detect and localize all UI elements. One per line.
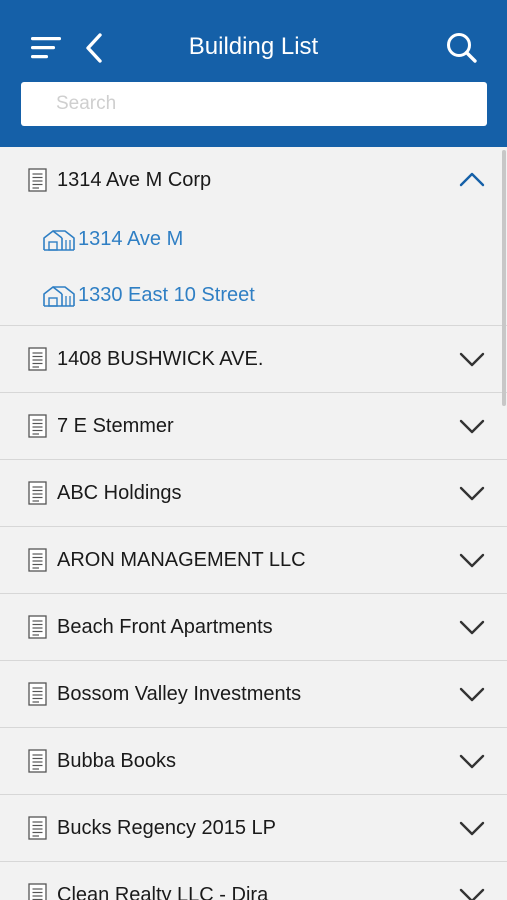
scrollbar[interactable] [502, 150, 506, 406]
list-item-label: ABC Holdings [57, 481, 182, 504]
chevron-down-icon[interactable] [458, 750, 486, 772]
list-item-row[interactable]: Bubba Books [0, 728, 507, 794]
list-item[interactable]: ARON MANAGEMENT LLC [0, 527, 507, 594]
chevron-down-icon[interactable] [458, 549, 486, 571]
document-icon [28, 816, 47, 840]
list-item-row[interactable]: 7 E Stemmer [0, 393, 507, 459]
building-item-label: 1314 Ave M [78, 228, 184, 250]
hamburger-icon[interactable] [31, 36, 63, 60]
chevron-up-icon[interactable] [458, 169, 486, 191]
list-item-row[interactable]: 1408 BUSHWICK AVE. [0, 326, 507, 392]
list-item-row[interactable]: Bossom Valley Investments [0, 661, 507, 727]
list-item[interactable]: ABC Holdings [0, 460, 507, 527]
chevron-down-icon[interactable] [458, 616, 486, 638]
chevron-down-icon[interactable] [458, 415, 486, 437]
list-item[interactable]: Bubba Books [0, 728, 507, 795]
list-item-row[interactable]: Beach Front Apartments [0, 594, 507, 660]
list-item-label: ARON MANAGEMENT LLC [57, 548, 306, 571]
document-icon [28, 682, 47, 706]
list-item[interactable]: Beach Front Apartments [0, 594, 507, 661]
building-icon [43, 286, 75, 307]
app-header: Building List [0, 0, 507, 147]
chevron-down-icon[interactable] [458, 817, 486, 839]
list-item-label: Bubba Books [57, 749, 176, 772]
list-item[interactable]: 1408 BUSHWICK AVE. [0, 326, 507, 393]
document-icon [28, 548, 47, 572]
list-item-label: 7 E Stemmer [57, 414, 174, 437]
list-item[interactable]: Bossom Valley Investments [0, 661, 507, 728]
chevron-down-icon[interactable] [458, 683, 486, 705]
search-icon[interactable] [446, 32, 478, 64]
expanded-group: 1314 Ave M Corp 1314 Ave M 1330 East 10 … [0, 147, 507, 326]
search-box [21, 82, 487, 126]
list-item-label: Bucks Regency 2015 LP [57, 816, 277, 839]
list-item[interactable]: Clean Realty LLC - Dira [0, 862, 507, 900]
building-icon [43, 230, 75, 251]
list-item-label: 1408 BUSHWICK AVE. [57, 347, 264, 370]
list-item-row[interactable]: Clean Realty LLC - Dira [0, 862, 507, 900]
back-chevron-icon[interactable] [84, 33, 104, 63]
document-icon [28, 481, 47, 505]
building-item[interactable]: 1330 East 10 Street [0, 269, 507, 325]
document-icon [28, 414, 47, 438]
search-input[interactable] [21, 82, 487, 126]
document-icon [28, 883, 47, 900]
list-item[interactable]: 7 E Stemmer [0, 393, 507, 460]
building-item[interactable]: 1314 Ave M [0, 213, 507, 269]
list-item-row[interactable]: ARON MANAGEMENT LLC [0, 527, 507, 593]
chevron-down-icon[interactable] [458, 884, 486, 900]
list-item-label: Beach Front Apartments [57, 615, 273, 638]
list-item-row[interactable]: ABC Holdings [0, 460, 507, 526]
list-item-label: Bossom Valley Investments [57, 682, 302, 705]
document-icon [28, 615, 47, 639]
document-icon [28, 347, 47, 371]
document-icon [28, 168, 47, 192]
list-item-expanded[interactable]: 1314 Ave M Corp [0, 147, 507, 213]
list-item-row[interactable]: Bucks Regency 2015 LP [0, 795, 507, 861]
list-item[interactable]: Bucks Regency 2015 LP [0, 795, 507, 862]
building-item-label: 1330 East 10 Street [78, 284, 255, 306]
page-title: Building List [188, 33, 319, 60]
document-icon [28, 749, 47, 773]
chevron-down-icon[interactable] [458, 348, 486, 370]
building-list: 1314 Ave M Corp 1314 Ave M 1330 East 10 … [0, 147, 507, 900]
list-item-label: 1314 Ave M Corp [57, 168, 212, 191]
list-item-label: Clean Realty LLC - Dira [57, 883, 269, 900]
chevron-down-icon[interactable] [458, 482, 486, 504]
